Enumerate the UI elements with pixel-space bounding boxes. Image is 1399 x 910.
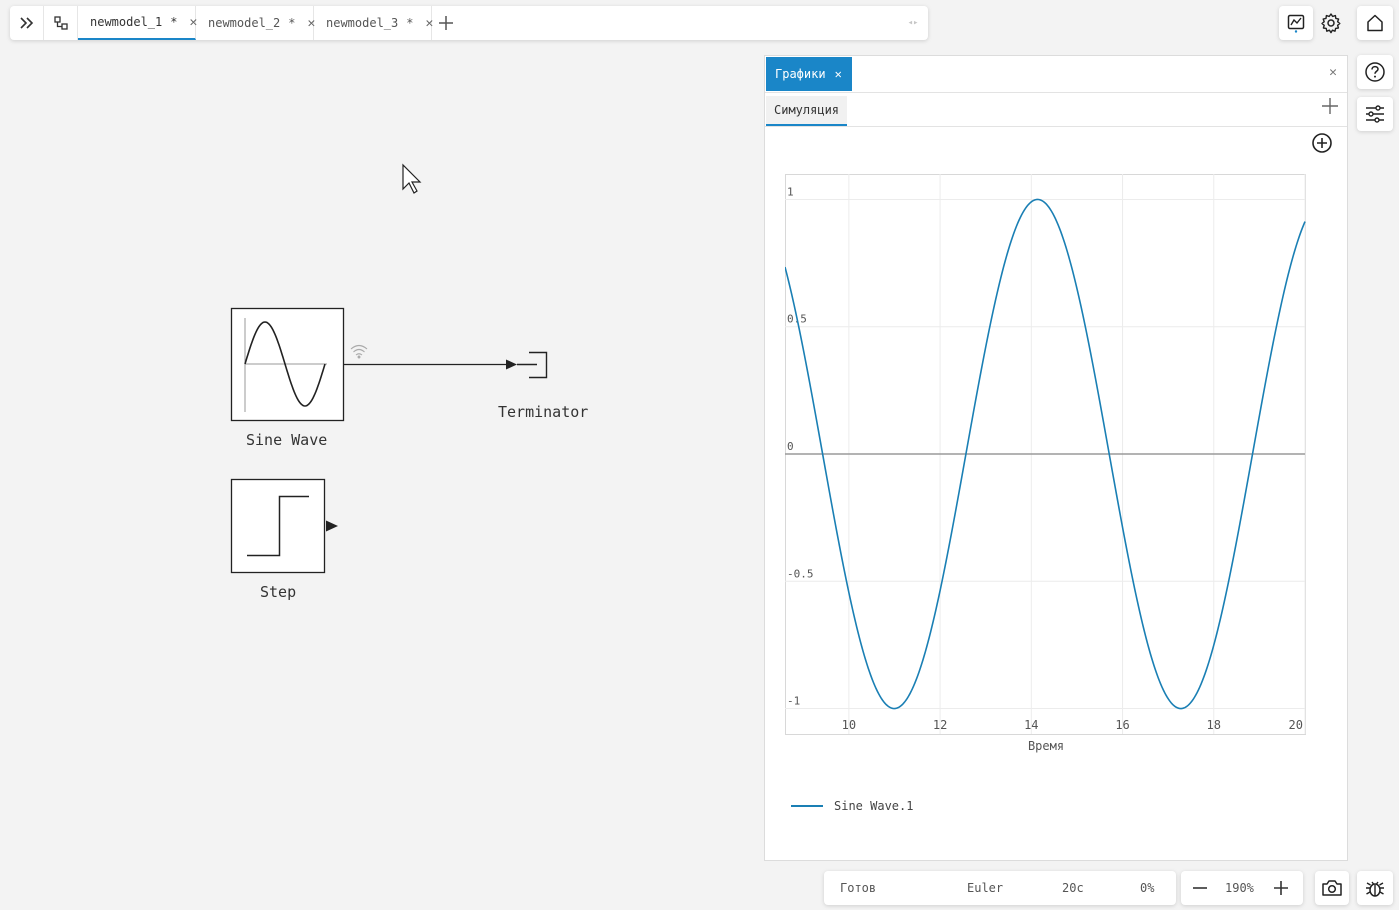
x-tick-label: 10 [842, 718, 856, 732]
tab-scroll-arrows[interactable]: ◂▸ [898, 6, 928, 40]
mouse-cursor-icon [402, 163, 422, 194]
signal-logging-icon[interactable] [350, 344, 368, 359]
status-time: 20с [1062, 881, 1084, 895]
terminator-label: Terminator [498, 403, 589, 421]
legend-label: Sine Wave.1 [834, 799, 914, 813]
camera-icon [1322, 880, 1342, 896]
settings-button[interactable] [1314, 6, 1348, 40]
x-axis-label: Время [1028, 739, 1064, 753]
plus-icon [1274, 881, 1288, 895]
circle-plus-icon [1312, 133, 1332, 153]
zoom-level: 190% [1225, 881, 1254, 895]
filter-settings-icon [1366, 105, 1384, 123]
step-block[interactable] [230, 478, 339, 574]
zoom-in-button[interactable] [1273, 880, 1289, 899]
filter-settings-button[interactable] [1357, 97, 1393, 131]
y-tick-label: -0.5 [787, 567, 814, 580]
graph-subtab-bar: Симуляция [765, 92, 1347, 127]
debug-icon [1366, 881, 1384, 897]
tab-graphs[interactable]: Графики ✕ [766, 57, 852, 91]
status-progress: 0% [1140, 881, 1155, 895]
signal-arrow-icon [506, 359, 517, 370]
add-plot-button[interactable] [1311, 132, 1333, 158]
minus-icon [1193, 887, 1207, 889]
x-tick-label: 20 [1289, 718, 1303, 732]
legend-swatch [791, 805, 823, 807]
home-icon [1367, 14, 1383, 32]
plot-window-icon [1287, 14, 1305, 33]
output-port-arrow-icon[interactable] [326, 520, 338, 532]
model-canvas[interactable] [0, 0, 760, 860]
y-tick-label: 0 [787, 440, 794, 453]
tab-graphs-label: Графики [775, 67, 826, 81]
status-bar: Готов Euler 20с 0% [824, 871, 1176, 905]
help-button[interactable] [1357, 55, 1393, 89]
x-tick-label: 16 [1115, 718, 1129, 732]
close-panel-icon[interactable]: ✕ [1329, 65, 1337, 80]
x-tick-label: 14 [1024, 718, 1038, 732]
tab-simulation[interactable]: Симуляция [766, 96, 848, 126]
step-label: Step [260, 583, 297, 601]
plus-icon [1322, 98, 1338, 114]
tab-simulation-label: Симуляция [774, 103, 840, 117]
graph-panel-header: Графики ✕ ✕ [765, 56, 1347, 93]
screenshot-button[interactable] [1315, 871, 1349, 905]
sine-wave-block[interactable] [230, 307, 345, 422]
home-button[interactable] [1357, 6, 1393, 40]
status-solver: Euler [967, 881, 1004, 895]
terminator-block[interactable] [517, 351, 548, 379]
debug-button[interactable] [1357, 871, 1393, 905]
zoom-out-button[interactable] [1192, 880, 1208, 899]
add-subtab-button[interactable] [1321, 96, 1339, 121]
plot-window-button[interactable] [1279, 6, 1313, 40]
y-tick-label: 1 [787, 185, 794, 198]
sine-wave-label: Sine Wave [246, 431, 328, 449]
close-icon[interactable]: ✕ [835, 67, 842, 81]
sine-plot[interactable]: 10 12 14 16 18 2010.50-0.5-1 Время [785, 174, 1330, 764]
settings-gear-icon [1321, 13, 1341, 34]
x-tick-label: 12 [933, 718, 947, 732]
y-tick-label: -1 [787, 695, 800, 708]
zoom-control: 190% [1181, 871, 1303, 905]
help-icon [1365, 62, 1385, 82]
graph-panel: Графики ✕ ✕ Симуляция 10 12 14 16 18 20 1 0.5 0-… [764, 55, 1348, 861]
x-tick-label: 18 [1207, 718, 1221, 732]
status-state: Готов [840, 881, 877, 895]
plot-legend: Sine Wave.1 [791, 799, 913, 813]
